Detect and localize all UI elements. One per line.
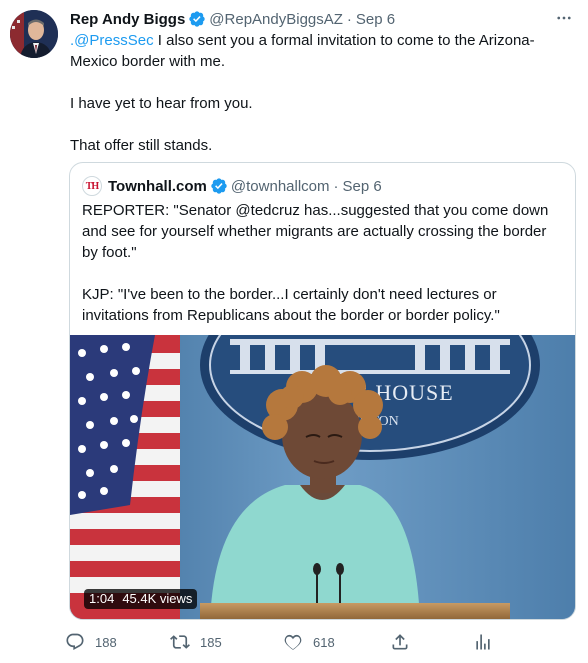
quoted-author-handle[interactable]: @townhallcom [231,178,330,195]
tweet-text: .@PressSec I also sent you a formal invi… [70,30,570,156]
quoted-tweet-date[interactable]: Sep 6 [343,178,382,195]
author-name[interactable]: Rep Andy Biggs [70,11,185,28]
more-icon[interactable] [552,6,576,30]
video-views: 45.4K views [122,591,193,606]
like-icon [284,634,302,650]
retweet-button[interactable]: 185 [170,628,222,656]
tweet-header: Rep Andy Biggs @RepAndyBiggsAZ · Sep 6 [70,9,395,29]
video-stats-badge: 1:04 45.4K views [84,589,198,609]
verified-badge-icon [189,11,205,27]
quoted-line-1: REPORTER: "Senator @tedcruz has...sugges… [82,202,549,219]
video-player[interactable]: TE HOUSE NGTON [70,335,575,619]
quoted-line-4: KJP: "I've been to the border...I certai… [82,286,497,303]
analytics-icon [476,634,490,650]
townhall-logo[interactable]: TH [82,176,102,196]
quoted-header-separator: · [333,177,339,195]
tweet[interactable]: Rep Andy Biggs @RepAndyBiggsAZ · Sep 6 .… [0,0,588,663]
like-button[interactable]: 618 [283,628,335,656]
tweet-line-2: Mexico border with me. [70,53,226,70]
video-duration: 1:04 [89,591,115,606]
action-bar: 188 185 618 [65,628,505,656]
tweet-line-4: That offer still stands. [70,137,213,154]
quoted-tweet-text: REPORTER: "Senator @tedcruz has...sugges… [82,200,567,326]
share-icon [392,634,408,650]
retweet-icon [170,635,190,649]
podium [200,603,510,619]
retweet-count: 185 [200,634,222,650]
share-button[interactable] [390,628,410,656]
reply-count: 188 [95,634,117,650]
tweet-line-3: I have yet to hear from you. [70,95,253,112]
quoted-line-5: invitations from Republicans about the b… [82,307,500,324]
quoted-author-name[interactable]: Townhall.com [108,178,207,195]
author-handle[interactable]: @RepAndyBiggsAZ [209,11,343,28]
author-avatar[interactable] [10,10,58,58]
quoted-line-2: and see for yourself whether migrants ar… [82,223,547,240]
tweet-line-1: .@PressSec I also sent you a formal invi… [70,32,535,49]
like-count: 618 [313,634,335,650]
header-separator: · [346,10,352,28]
video-frame: TE HOUSE NGTON [70,335,575,619]
verified-badge-icon [211,178,227,194]
reply-icon [66,633,84,651]
flag [70,335,180,619]
tweet-date[interactable]: Sep 6 [356,11,395,28]
reply-button[interactable]: 188 [65,628,117,656]
analytics-button[interactable] [473,628,493,656]
mention-link[interactable]: .@PressSec [70,32,154,49]
quoted-line-3: by foot." [82,244,137,261]
quoted-tweet[interactable]: TH Townhall.com @townhallcom · Sep 6 REP… [69,162,576,620]
quoted-tweet-header: TH Townhall.com @townhallcom · Sep 6 [82,176,382,196]
